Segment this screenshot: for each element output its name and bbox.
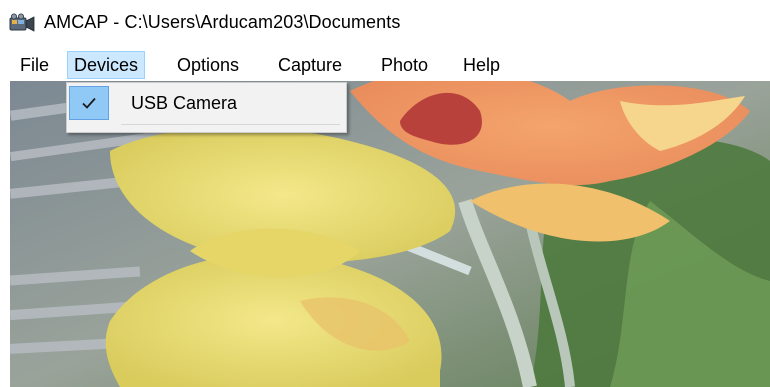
menu-item-usb-camera[interactable]: USB Camera — [69, 86, 344, 120]
camera-app-icon — [9, 13, 36, 33]
menu-file[interactable]: File — [14, 51, 55, 79]
checkmark-icon — [69, 86, 109, 120]
menu-devices[interactable]: Devices — [67, 51, 146, 79]
menu-capture[interactable]: Capture — [272, 51, 348, 79]
title-bar: AMCAP - C:\Users\Arducam203\Documents — [0, 0, 770, 46]
devices-dropdown-menu: USB Camera — [66, 82, 347, 133]
menu-separator — [121, 124, 340, 125]
menu-bar: File Devices Options Capture Photo Help — [0, 49, 770, 81]
menu-options[interactable]: Options — [171, 51, 245, 79]
amcap-window: AMCAP - C:\Users\Arducam203\Documents Fi… — [0, 0, 770, 387]
usb-camera-label: USB Camera — [131, 93, 238, 113]
menu-photo[interactable]: Photo — [375, 51, 434, 79]
window-title: AMCAP - C:\Users\Arducam203\Documents — [44, 12, 401, 32]
menu-help[interactable]: Help — [457, 51, 506, 79]
